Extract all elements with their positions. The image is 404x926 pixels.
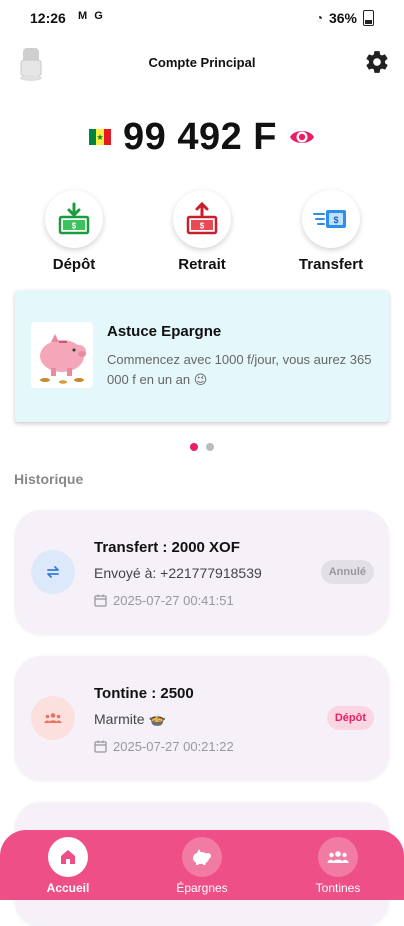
history-item-subtitle: Envoyé à: +221777918539: [94, 565, 262, 581]
history-item-title: Transfert : 2000 XOF: [94, 539, 240, 556]
senegal-flag-icon: [89, 129, 111, 145]
withdraw-icon: $: [173, 190, 231, 248]
svg-text:$: $: [72, 222, 77, 231]
eye-icon: [290, 131, 314, 143]
transfer-label: Transfert: [298, 256, 364, 273]
balance-amount: 99 492 F: [123, 115, 277, 158]
status-right: ◔ 36%: [316, 10, 374, 26]
nav-label: Accueil: [46, 881, 90, 895]
savings-tip-banner[interactable]: Astuce Epargne Commencez avec 1000 f/jou…: [15, 290, 389, 422]
settings-button[interactable]: [364, 49, 390, 75]
notification-icons: M G: [78, 10, 105, 22]
battery-label: 36%: [328, 10, 357, 26]
calendar-icon: [94, 594, 107, 607]
history-item-date-row: 2025-07-27 00:21:22: [94, 739, 234, 754]
history-item-date-row: 2025-07-27 00:41:51: [94, 593, 234, 608]
status-badge: Annulé: [320, 560, 374, 584]
toggle-balance-visibility[interactable]: [289, 127, 315, 147]
nav-item-epargnes[interactable]: Épargnes: [152, 837, 252, 895]
status-bar: 12:26 M G ◔ 36%: [0, 0, 404, 36]
carousel-indicator: [0, 443, 404, 451]
transfer-button[interactable]: $ Transfert: [283, 190, 379, 273]
history-title: Historique: [14, 471, 84, 487]
carousel-dot[interactable]: [206, 443, 214, 451]
history-item-subtitle: Marmite 🍲: [94, 711, 166, 727]
nav-item-accueil[interactable]: Accueil: [18, 837, 118, 895]
history-card[interactable]: Tontine : 2500 Marmite 🍲 2025-07-27 00:2…: [15, 656, 389, 780]
deposit-button[interactable]: $ Dépôt: [26, 190, 122, 273]
nav-label: Tontines: [315, 881, 361, 895]
page-title: Compte Principal: [148, 55, 256, 70]
history-card[interactable]: Transfert : 2000 XOF Envoyé à: +22177791…: [15, 510, 389, 634]
history-item-title: Tontine : 2500: [94, 685, 194, 702]
gear-icon: [366, 51, 388, 73]
wifi-icon: ◔: [315, 11, 323, 25]
group-nav-icon: [318, 837, 358, 877]
nav-label: Épargnes: [176, 881, 228, 895]
withdraw-label: Retrait: [178, 256, 226, 273]
banner-title: Astuce Epargne: [107, 323, 222, 340]
transfer-icon: $: [302, 190, 360, 248]
deposit-label: Dépôt: [52, 256, 96, 273]
piggy-bank-icon: [31, 322, 93, 388]
withdraw-button[interactable]: $ Retrait: [154, 190, 250, 273]
piggy-bank-nav-icon: [182, 837, 222, 877]
banner-text: Commencez avec 1000 f/jour, vous aurez 3…: [107, 352, 372, 387]
status-time: 12:26: [30, 10, 66, 26]
transfer-arrows-icon: [31, 550, 75, 594]
balance-row: 99 492 F: [0, 112, 404, 162]
history-item-date: 2025-07-27 00:41:51: [113, 593, 234, 608]
battery-icon: [363, 10, 374, 26]
history-item-date: 2025-07-27 00:21:22: [113, 739, 234, 754]
calendar-icon: [94, 740, 107, 753]
bottom-nav: Accueil Épargnes Tontines: [0, 830, 404, 900]
svg-text:$: $: [333, 215, 338, 225]
carousel-dot[interactable]: [190, 443, 198, 451]
home-icon: [48, 837, 88, 877]
nav-item-tontines[interactable]: Tontines: [288, 837, 388, 895]
svg-text:$: $: [200, 222, 205, 231]
deposit-icon: $: [45, 190, 103, 248]
status-badge: Dépôt: [326, 706, 374, 730]
group-icon: [31, 696, 75, 740]
